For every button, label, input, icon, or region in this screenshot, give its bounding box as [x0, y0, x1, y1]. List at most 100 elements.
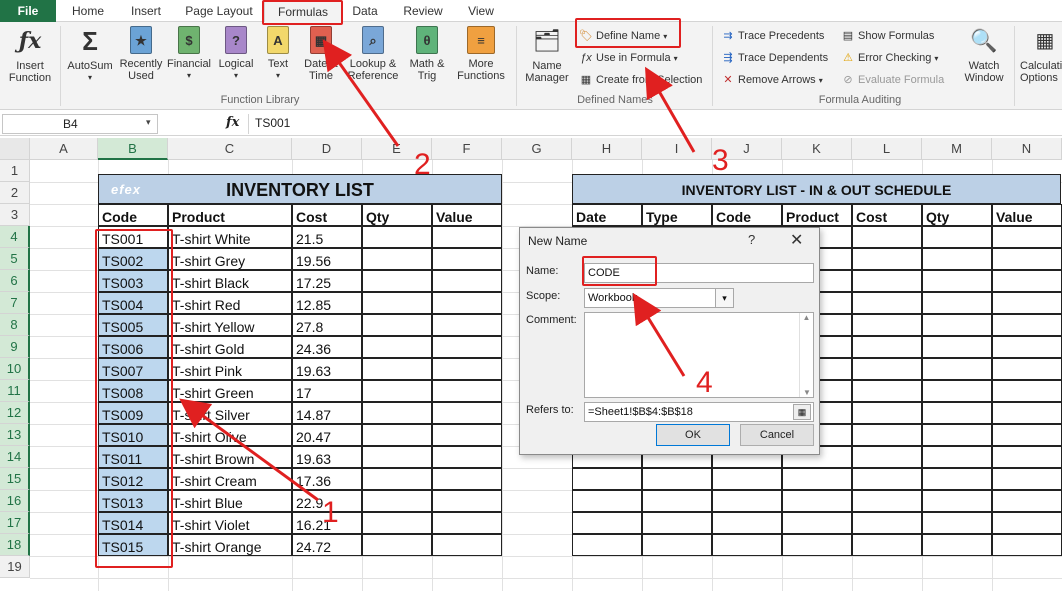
- qty-cell[interactable]: [362, 512, 432, 534]
- row-header-7[interactable]: 7: [0, 292, 30, 314]
- schedule-cell[interactable]: [992, 336, 1062, 358]
- value-cell[interactable]: [432, 314, 502, 336]
- product-cell[interactable]: T-shirt Red: [168, 292, 292, 314]
- product-cell[interactable]: T-shirt Silver: [168, 402, 292, 424]
- product-cell[interactable]: T-shirt Yellow: [168, 314, 292, 336]
- schedule-cell[interactable]: [992, 468, 1062, 490]
- column-header-l[interactable]: L: [852, 138, 922, 160]
- use-in-formula-button[interactable]: ƒx Use in Formula ▾: [578, 48, 677, 68]
- cost-cell[interactable]: 20.47: [292, 424, 362, 446]
- schedule-cell[interactable]: [712, 534, 782, 556]
- column-header-h[interactable]: H: [572, 138, 642, 160]
- qty-cell[interactable]: [362, 314, 432, 336]
- schedule-cell[interactable]: [922, 336, 992, 358]
- schedule-cell[interactable]: [572, 512, 642, 534]
- schedule-cell[interactable]: [992, 226, 1062, 248]
- schedule-cell[interactable]: [852, 446, 922, 468]
- range-picker-icon[interactable]: ▦: [793, 404, 811, 420]
- schedule-cell[interactable]: [642, 490, 712, 512]
- schedule-cell[interactable]: [852, 490, 922, 512]
- product-cell[interactable]: T-shirt Blue: [168, 490, 292, 512]
- schedule-cell[interactable]: [922, 490, 992, 512]
- trace-precedents-button[interactable]: ⇉ Trace Precedents: [720, 26, 824, 46]
- schedule-cell[interactable]: [852, 248, 922, 270]
- schedule-cell[interactable]: [642, 534, 712, 556]
- qty-cell[interactable]: [362, 270, 432, 292]
- value-cell[interactable]: [432, 468, 502, 490]
- value-cell[interactable]: [432, 512, 502, 534]
- schedule-cell[interactable]: [922, 402, 992, 424]
- product-cell[interactable]: T-shirt Grey: [168, 248, 292, 270]
- chevron-down-icon[interactable]: ▾: [715, 289, 733, 307]
- row-header-17[interactable]: 17: [0, 512, 30, 534]
- cost-cell[interactable]: 19.56: [292, 248, 362, 270]
- schedule-cell[interactable]: [852, 314, 922, 336]
- cost-cell[interactable]: 24.72: [292, 534, 362, 556]
- tab-view[interactable]: View: [458, 0, 504, 22]
- tab-data[interactable]: Data: [344, 0, 386, 22]
- cost-cell[interactable]: 27.8: [292, 314, 362, 336]
- column-header-c[interactable]: C: [168, 138, 292, 160]
- schedule-cell[interactable]: [992, 380, 1062, 402]
- row-header-6[interactable]: 6: [0, 270, 30, 292]
- product-cell[interactable]: T-shirt Olive: [168, 424, 292, 446]
- schedule-cell[interactable]: [992, 490, 1062, 512]
- row-header-12[interactable]: 12: [0, 402, 30, 424]
- error-checking-button[interactable]: ⚠ Error Checking ▾: [840, 48, 938, 68]
- schedule-cell[interactable]: [852, 534, 922, 556]
- schedule-cell[interactable]: [642, 512, 712, 534]
- schedule-cell[interactable]: [922, 248, 992, 270]
- schedule-cell[interactable]: [992, 248, 1062, 270]
- schedule-cell[interactable]: [852, 226, 922, 248]
- schedule-cell[interactable]: [852, 336, 922, 358]
- schedule-cell[interactable]: [922, 446, 992, 468]
- qty-cell[interactable]: [362, 248, 432, 270]
- qty-cell[interactable]: [362, 402, 432, 424]
- value-cell[interactable]: [432, 424, 502, 446]
- value-cell[interactable]: [432, 270, 502, 292]
- schedule-cell[interactable]: [642, 468, 712, 490]
- cost-cell[interactable]: 19.63: [292, 358, 362, 380]
- row-header-14[interactable]: 14: [0, 446, 30, 468]
- value-cell[interactable]: [432, 380, 502, 402]
- value-cell[interactable]: [432, 402, 502, 424]
- schedule-cell[interactable]: [572, 468, 642, 490]
- cost-cell[interactable]: 17: [292, 380, 362, 402]
- schedule-cell[interactable]: [852, 270, 922, 292]
- schedule-cell[interactable]: [922, 358, 992, 380]
- schedule-cell[interactable]: [992, 446, 1062, 468]
- cost-cell[interactable]: 17.36: [292, 468, 362, 490]
- cost-cell[interactable]: 17.25: [292, 270, 362, 292]
- column-header-n[interactable]: N: [992, 138, 1062, 160]
- qty-cell[interactable]: [362, 380, 432, 402]
- product-cell[interactable]: T-shirt Brown: [168, 446, 292, 468]
- product-cell[interactable]: T-shirt White: [168, 226, 292, 248]
- schedule-cell[interactable]: [992, 358, 1062, 380]
- schedule-cell[interactable]: [712, 468, 782, 490]
- cancel-button[interactable]: Cancel: [740, 424, 814, 446]
- column-header-d[interactable]: D: [292, 138, 362, 160]
- schedule-cell[interactable]: [852, 358, 922, 380]
- schedule-cell[interactable]: [992, 402, 1062, 424]
- schedule-cell[interactable]: [922, 314, 992, 336]
- qty-cell[interactable]: [362, 358, 432, 380]
- name-box[interactable]: B4: [2, 114, 158, 134]
- row-header-19[interactable]: 19: [0, 556, 30, 578]
- chevron-down-icon[interactable]: ▾: [146, 117, 151, 128]
- row-header-10[interactable]: 10: [0, 358, 30, 380]
- tab-page-layout[interactable]: Page Layout: [178, 0, 260, 22]
- qty-cell[interactable]: [362, 490, 432, 512]
- row-header-16[interactable]: 16: [0, 490, 30, 512]
- recently-used-button[interactable]: ★ Recently Used: [116, 26, 166, 90]
- cost-cell[interactable]: 19.63: [292, 446, 362, 468]
- schedule-cell[interactable]: [782, 512, 852, 534]
- product-cell[interactable]: T-shirt Violet: [168, 512, 292, 534]
- product-cell[interactable]: T-shirt Cream: [168, 468, 292, 490]
- evaluate-formula-button[interactable]: ⊘ Evaluate Formula: [840, 70, 944, 90]
- refers-to-field[interactable]: =Sheet1!$B$4:$B$18 ▦: [584, 402, 814, 422]
- schedule-cell[interactable]: [992, 270, 1062, 292]
- ok-button[interactable]: OK: [656, 424, 730, 446]
- value-cell[interactable]: [432, 446, 502, 468]
- value-cell[interactable]: [432, 358, 502, 380]
- select-all-corner[interactable]: [0, 138, 30, 160]
